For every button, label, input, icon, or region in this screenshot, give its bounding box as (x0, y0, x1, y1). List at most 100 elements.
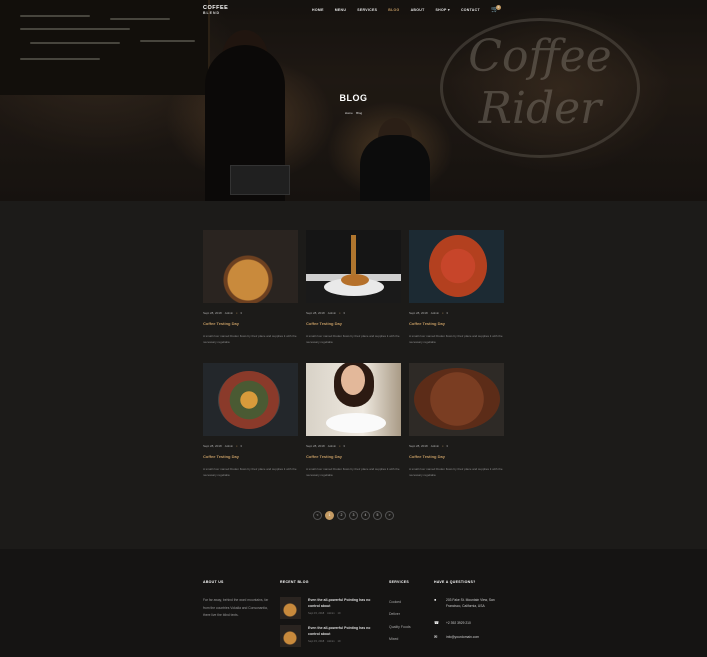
post-title[interactable]: Coffee Testing Day (409, 454, 504, 459)
post-comment-count[interactable]: 3 (240, 311, 242, 315)
post-comment-count[interactable]: 3 (343, 311, 345, 315)
post-excerpt: A small river named Duden flows by their… (306, 467, 400, 477)
post-date[interactable]: Sept 28, 2018 (409, 311, 428, 315)
post-title[interactable]: Coffee Testing Day (306, 454, 401, 459)
post-date[interactable]: Sept 28, 2018 (306, 444, 325, 448)
nav-contact[interactable]: CONTACT (461, 8, 480, 12)
logo-tagline: BLEND (203, 11, 221, 15)
post-meta: Sept 28, 2018 Admin ▪ 3 (306, 311, 401, 315)
recent-post-meta: Sept 15, 2018 Admin 19 (308, 640, 341, 643)
pagination-page-5[interactable]: 5 (373, 511, 382, 520)
comment-icon: ▪ (236, 311, 238, 315)
post-meta: Sept 28, 2018 Admin ▪ 3 (203, 311, 298, 315)
post-excerpt: A small river named Duden flows by their… (203, 467, 297, 477)
main-nav: HOME MENU SERVICES BLOG ABOUT SHOP ▾ CON… (312, 8, 480, 12)
pagination-page-2[interactable]: 2 (337, 511, 346, 520)
recent-post-meta: Sept 15, 2018 Admin 19 (308, 612, 341, 615)
post-date[interactable]: Sept 28, 2018 (203, 444, 222, 448)
footer-about-text: Far far away, behind the word mountains,… (203, 598, 269, 617)
post-meta: Sept 28, 2018 Admin ▪ 3 (306, 444, 401, 448)
page-title: BLOG (339, 93, 368, 103)
post-title[interactable]: Coffee Testing Day (306, 321, 401, 326)
post-excerpt: A small river named Duden flows by their… (203, 334, 297, 344)
blog-card: Sept 28, 2018 Admin ▪ 3 Coffee Testing D… (203, 230, 298, 345)
service-link-cooked[interactable]: Cooked (389, 600, 401, 604)
contact-address: ● 203 Fake St. Mountain View, San Franci… (434, 597, 495, 608)
footer-contact-title: HAVE A QUESTIONS? (434, 580, 476, 584)
post-date[interactable]: Sept 28, 2018 (306, 311, 325, 315)
blog-card: Sept 28, 2018 Admin ▪ 3 Coffee Testing D… (409, 230, 504, 345)
post-date[interactable]: Sept 28, 2018 (203, 311, 222, 315)
post-thumbnail[interactable] (409, 230, 504, 303)
breadcrumb: Home Blog (0, 111, 707, 115)
post-author[interactable]: Admin (225, 311, 234, 315)
nav-menu[interactable]: MENU (335, 8, 347, 12)
nav-shop[interactable]: SHOP ▾ (436, 8, 450, 12)
pagination-page-4[interactable]: 4 (361, 511, 370, 520)
blog-card: Sept 28, 2018 Admin ▪ 3 Coffee Testing D… (409, 363, 504, 478)
recent-post-thumbnail[interactable] (280, 597, 301, 619)
service-link-mixed[interactable]: Mixed (389, 637, 398, 641)
comment-icon: ▪ (236, 444, 238, 448)
cart-count-badge: 0 (496, 5, 501, 10)
service-link-deliver[interactable]: Deliver (389, 612, 400, 616)
footer-services-title: SERVICES (389, 580, 410, 584)
comment-icon: ▪ (339, 444, 341, 448)
comment-icon: ▪ (339, 311, 341, 315)
blog-card: Sept 28, 2018 Admin ▪ 3 Coffee Testing D… (203, 363, 298, 478)
nav-blog[interactable]: BLOG (388, 8, 399, 12)
post-meta: Sept 28, 2018 Admin ▪ 3 (409, 311, 504, 315)
nav-home[interactable]: HOME (312, 8, 324, 12)
post-excerpt: A small river named Duden flows by their… (409, 467, 503, 477)
post-thumbnail[interactable] (203, 230, 298, 303)
service-link-quality-foods[interactable]: Quality Foods (389, 625, 411, 629)
recent-post-thumbnail[interactable] (280, 625, 301, 647)
post-title[interactable]: Coffee Testing Day (203, 454, 298, 459)
blog-card: Sept 28, 2018 Admin ▪ 3 Coffee Testing D… (306, 363, 401, 478)
contact-phone[interactable]: ☎ +2 392 3929 210 (434, 620, 471, 626)
footer-recent-title: RECENT BLOG (280, 580, 309, 584)
email-icon: ✉ (434, 634, 438, 639)
page: Coffee Rider COFFEE BLEND HOME MENU SERVI… (0, 0, 707, 657)
logo[interactable]: COFFEE BLEND (203, 5, 228, 16)
post-title[interactable]: Coffee Testing Day (409, 321, 504, 326)
phone-icon: ☎ (434, 620, 439, 625)
post-author[interactable]: Admin (431, 311, 440, 315)
post-excerpt: A small river named Duden flows by their… (409, 334, 503, 344)
post-comment-count[interactable]: 3 (446, 311, 448, 315)
nav-services[interactable]: SERVICES (357, 8, 377, 12)
recent-post[interactable]: Even the all-powerful Pointing has no co… (280, 597, 380, 621)
comment-icon: ▪ (442, 444, 444, 448)
post-title[interactable]: Coffee Testing Day (203, 321, 298, 326)
post-author[interactable]: Admin (328, 444, 337, 448)
footer-about-title: ABOUT US (203, 580, 224, 584)
nav-about[interactable]: ABOUT (411, 8, 425, 12)
post-comment-count[interactable]: 3 (343, 444, 345, 448)
recent-post[interactable]: Even the all-powerful Pointing has no co… (280, 625, 380, 649)
breadcrumb-current: Blog (356, 111, 363, 115)
post-date[interactable]: Sept 28, 2018 (409, 444, 428, 448)
pagination-prev[interactable]: < (313, 511, 322, 520)
recent-post-title[interactable]: Even the all-powerful Pointing has no co… (308, 625, 378, 637)
post-thumbnail[interactable] (409, 363, 504, 436)
post-thumbnail[interactable] (306, 230, 401, 303)
contact-email[interactable]: ✉ info@yourdomain.com (434, 634, 479, 640)
post-author[interactable]: Admin (225, 444, 234, 448)
post-author[interactable]: Admin (431, 444, 440, 448)
post-excerpt: A small river named Duden flows by their… (306, 334, 400, 344)
comment-icon: ▪ (442, 311, 444, 315)
post-author[interactable]: Admin (328, 311, 337, 315)
post-comment-count[interactable]: 3 (240, 444, 242, 448)
post-thumbnail[interactable] (203, 363, 298, 436)
pagination: < 1 2 3 4 5 > (313, 511, 394, 520)
navbar: COFFEE BLEND HOME MENU SERVICES BLOG ABO… (0, 0, 707, 22)
post-comment-count[interactable]: 3 (446, 444, 448, 448)
pagination-page-3[interactable]: 3 (349, 511, 358, 520)
post-thumbnail[interactable] (306, 363, 401, 436)
breadcrumb-home[interactable]: Home (345, 111, 353, 115)
hero-banner: Coffee Rider COFFEE BLEND HOME MENU SERVI… (0, 0, 707, 201)
blog-card: Sept 28, 2018 Admin ▪ 3 Coffee Testing D… (306, 230, 401, 345)
pagination-next[interactable]: > (385, 511, 394, 520)
recent-post-title[interactable]: Even the all-powerful Pointing has no co… (308, 597, 378, 609)
pagination-page-1[interactable]: 1 (325, 511, 334, 520)
